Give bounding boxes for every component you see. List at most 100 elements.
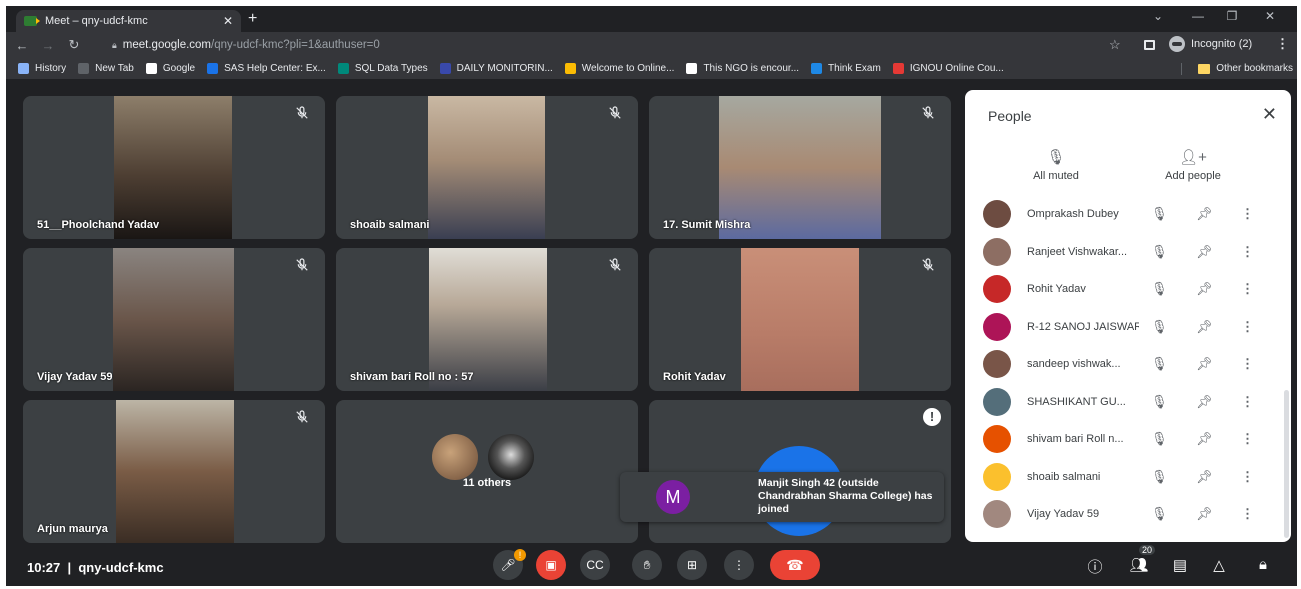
host-controls-icon[interactable]: 🔒︎ bbox=[1252, 556, 1274, 573]
mic-off-icon: 🎙︎ bbox=[1151, 431, 1168, 446]
pin-icon[interactable]: 📌︎ bbox=[1196, 206, 1213, 222]
pin-icon[interactable]: 📌︎ bbox=[1196, 281, 1213, 297]
participant-row[interactable]: shivam bari Roll n... 🎙︎ 📌︎ ⋮ bbox=[965, 421, 1281, 457]
video-tile[interactable]: 51__Phoolchand Yadav bbox=[23, 96, 325, 239]
participant-row[interactable]: R-12 SANOJ JAISWAR 🎙︎ 📌︎ ⋮ bbox=[965, 309, 1281, 345]
bookmark-favicon-icon bbox=[207, 63, 219, 74]
participant-avatar bbox=[983, 200, 1011, 228]
bookmark-item[interactable]: History bbox=[18, 63, 66, 74]
panel-scrollbar[interactable] bbox=[1284, 390, 1289, 538]
browser-tab[interactable]: Meet – qny-udcf-kmc ✕ bbox=[16, 10, 241, 32]
forward-arrow-icon[interactable]: → bbox=[38, 38, 58, 53]
bookmark-item[interactable]: Think Exam bbox=[811, 63, 881, 74]
present-button[interactable]: ⊞ bbox=[677, 550, 707, 580]
meeting-info-icon[interactable]: ⓘ bbox=[1084, 556, 1106, 577]
more-options-icon[interactable]: ⋮ bbox=[1241, 319, 1254, 335]
url-path: /qny-udcf-kmc?pli=1&authuser=0 bbox=[211, 39, 380, 51]
mic-off-icon: 🎙︎ bbox=[1046, 149, 1066, 166]
people-icon[interactable]: 👥︎ bbox=[1128, 556, 1150, 574]
camera-off-button[interactable]: ▣ bbox=[536, 550, 566, 580]
participant-row[interactable]: sandeep vishwak... 🎙︎ 📌︎ ⋮ bbox=[965, 346, 1281, 382]
participant-row[interactable]: Ranjeet Vishwakar... 🎙︎ 📌︎ ⋮ bbox=[965, 234, 1281, 270]
participant-row[interactable]: Omprakash Dubey 🎙︎ 📌︎ ⋮ bbox=[965, 196, 1281, 232]
bookmark-item[interactable]: SQL Data Types bbox=[337, 63, 428, 74]
bookmark-label: IGNOU Online Cou... bbox=[909, 63, 1004, 74]
more-options-icon[interactable]: ⋮ bbox=[1241, 206, 1254, 222]
pin-icon[interactable]: 📌︎ bbox=[1196, 469, 1213, 485]
add-people-label: Add people bbox=[1165, 170, 1221, 182]
pin-icon[interactable]: 📌︎ bbox=[1196, 356, 1213, 372]
participant-row[interactable]: Rohit Yadav 🎙︎ 📌︎ ⋮ bbox=[965, 271, 1281, 307]
incognito-profile-button[interactable]: Incognito (2) bbox=[1169, 36, 1252, 52]
minimize-button[interactable]: — bbox=[1188, 9, 1208, 23]
participant-name: 17. Sumit Mishra bbox=[663, 219, 751, 231]
pin-icon[interactable]: 📌︎ bbox=[1196, 319, 1213, 335]
tab-view-icon[interactable] bbox=[1144, 40, 1155, 50]
url-field[interactable]: 🔒︎ meet.google.com /qny-udcf-kmc?pli=1&a… bbox=[112, 35, 1132, 55]
video-tile[interactable]: Rohit Yadav bbox=[649, 248, 951, 391]
bookmark-item[interactable]: SAS Help Center: Ex... bbox=[207, 63, 326, 74]
more-options-icon[interactable]: ⋮ bbox=[1241, 244, 1254, 260]
participant-avatar bbox=[983, 425, 1011, 453]
close-window-button[interactable]: ✕ bbox=[1260, 9, 1280, 23]
reload-icon[interactable]: ↻ bbox=[64, 37, 84, 53]
participant-row[interactable]: shoaib salmani 🎙︎ 📌︎ ⋮ bbox=[965, 459, 1281, 495]
mic-off-icon bbox=[922, 106, 934, 119]
bookmark-item[interactable]: Google bbox=[145, 63, 196, 74]
others-count: 11 others bbox=[462, 477, 512, 490]
bookmark-item[interactable]: Welcome to Online... bbox=[564, 63, 674, 74]
video-tile[interactable]: Arjun maurya bbox=[23, 400, 325, 543]
pin-icon[interactable]: 📌︎ bbox=[1196, 394, 1213, 410]
mic-off-icon: 🎙︎ bbox=[1151, 243, 1168, 259]
others-tile[interactable]: 11 others bbox=[336, 400, 638, 543]
participant-video bbox=[741, 248, 859, 391]
folder-icon bbox=[1198, 63, 1211, 74]
close-tab-icon[interactable]: ✕ bbox=[223, 14, 233, 28]
bookmark-label: Google bbox=[162, 63, 196, 74]
raise-hand-button[interactable]: ✋︎ bbox=[632, 550, 662, 580]
more-options-icon[interactable]: ⋮ bbox=[1241, 469, 1254, 485]
bookmark-item[interactable]: New Tab bbox=[78, 63, 134, 74]
bookmark-label: SAS Help Center: Ex... bbox=[224, 63, 326, 74]
back-arrow-icon[interactable]: ← bbox=[12, 38, 32, 53]
bookmark-item[interactable]: This NGO is encour... bbox=[686, 63, 799, 74]
mic-off-icon bbox=[609, 258, 621, 271]
captions-button[interactable]: CC bbox=[580, 550, 610, 580]
bookmark-star-icon[interactable]: ☆ bbox=[1109, 37, 1121, 53]
more-options-button[interactable]: ⋮ bbox=[724, 550, 754, 580]
all-muted-button[interactable]: 🎙︎ All muted bbox=[1011, 148, 1101, 182]
video-tile[interactable]: shivam bari Roll no : 57 bbox=[336, 248, 638, 391]
participant-name: R-12 SANOJ JAISWAR bbox=[1027, 320, 1139, 333]
more-options-icon[interactable]: ⋮ bbox=[1241, 281, 1254, 297]
add-people-button[interactable]: 👤︎+ Add people bbox=[1148, 148, 1238, 182]
participant-row[interactable]: Vijay Yadav 59 🎙︎ 📌︎ ⋮ bbox=[965, 496, 1281, 532]
restore-button[interactable]: ❐ bbox=[1222, 9, 1242, 23]
more-options-icon[interactable]: ⋮ bbox=[1241, 394, 1254, 410]
end-call-button[interactable]: ☎︎ bbox=[770, 550, 820, 580]
mic-off-icon bbox=[609, 106, 621, 119]
activities-icon[interactable]: △ bbox=[1208, 556, 1230, 574]
join-notification: M Manjit Singh 42 (outside Chandrabhan S… bbox=[620, 472, 944, 522]
video-tile[interactable]: shoaib salmani bbox=[336, 96, 638, 239]
pin-icon[interactable]: 📌︎ bbox=[1196, 244, 1213, 260]
new-tab-button[interactable]: + bbox=[248, 10, 257, 28]
more-options-icon[interactable]: ⋮ bbox=[1241, 506, 1254, 522]
more-options-icon[interactable]: ⋮ bbox=[1241, 356, 1254, 372]
pin-icon[interactable]: 📌︎ bbox=[1196, 506, 1213, 522]
alert-icon: ! bbox=[923, 408, 941, 426]
pin-icon[interactable]: 📌︎ bbox=[1196, 431, 1213, 447]
participant-name: 51__Phoolchand Yadav bbox=[37, 219, 160, 231]
more-options-icon[interactable]: ⋮ bbox=[1241, 431, 1254, 447]
video-tile[interactable]: 17. Sumit Mishra bbox=[649, 96, 951, 239]
bookmark-item[interactable]: DAILY MONITORIN... bbox=[439, 63, 553, 74]
mic-off-icon: 🎙︎ bbox=[1151, 393, 1168, 409]
video-tile[interactable]: Vijay Yadav 59 bbox=[23, 248, 325, 391]
tab-search-icon[interactable]: ⌄ bbox=[1148, 9, 1168, 23]
participant-row[interactable]: SHASHIKANT GU... 🎙︎ 📌︎ ⋮ bbox=[965, 384, 1281, 420]
bookmark-item[interactable]: IGNOU Online Cou... bbox=[892, 63, 1004, 74]
other-bookmarks-button[interactable]: Other bookmarks bbox=[1198, 63, 1293, 74]
browser-menu-icon[interactable]: ⋮ bbox=[1276, 36, 1289, 52]
chat-icon[interactable]: ▤ bbox=[1169, 556, 1191, 574]
bookmark-favicon-icon bbox=[337, 63, 349, 74]
close-panel-icon[interactable]: ✕ bbox=[1262, 104, 1277, 125]
